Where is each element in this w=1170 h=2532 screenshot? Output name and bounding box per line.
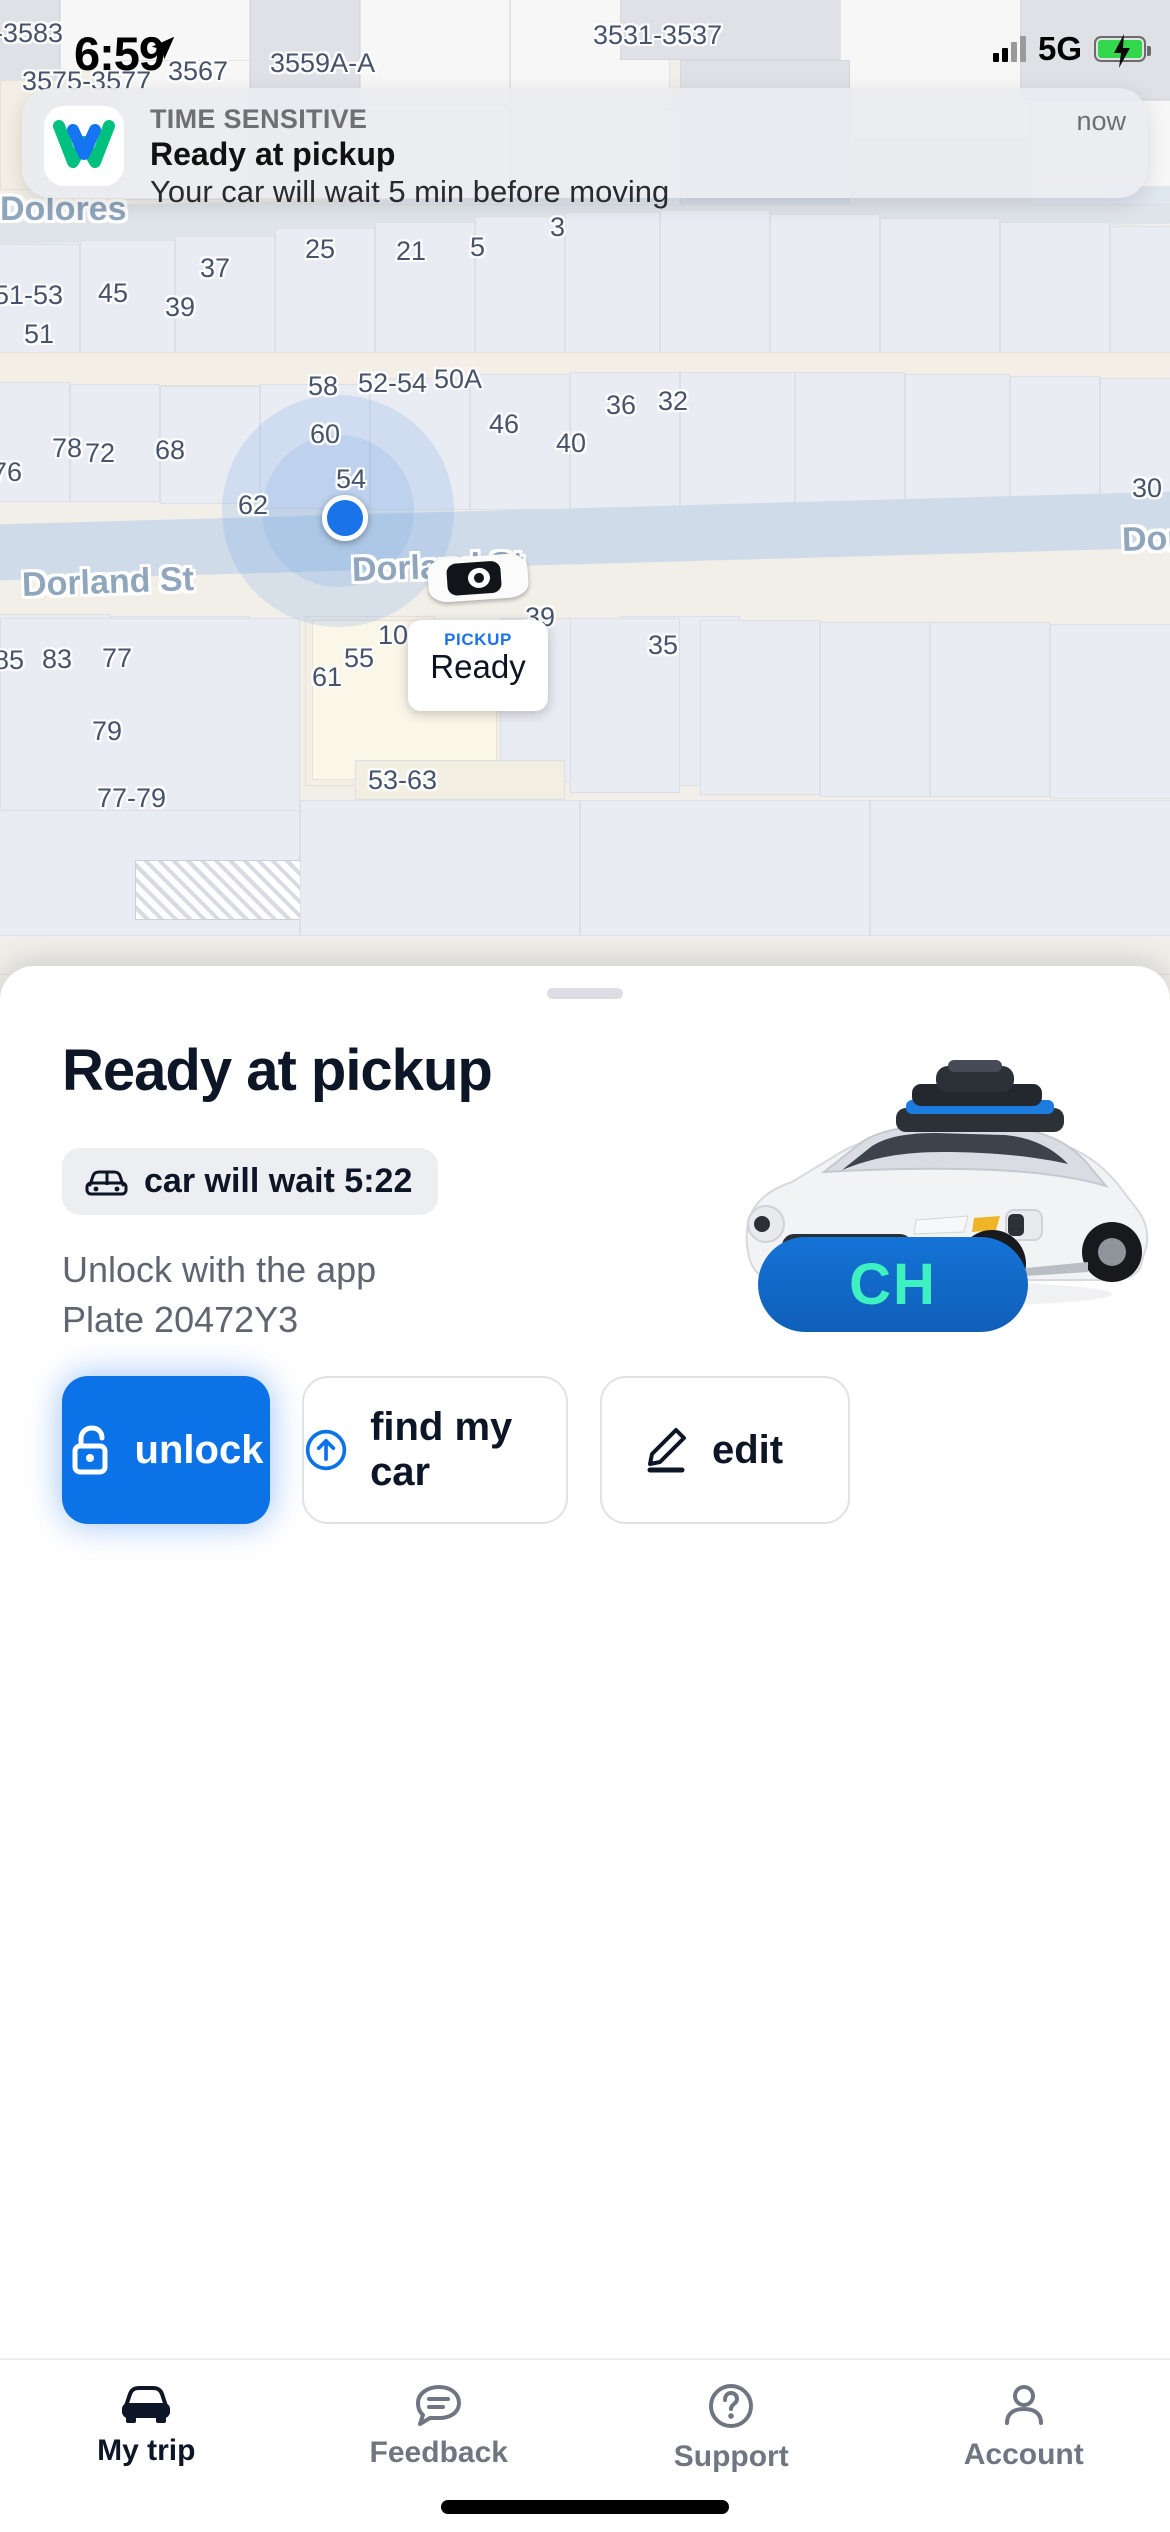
map-address-label: 53-63 xyxy=(368,765,438,795)
tab-my-trip[interactable]: My trip xyxy=(0,2360,293,2532)
map-address-label: 40 xyxy=(556,428,587,458)
map-address-label: 46 xyxy=(489,409,520,439)
map-block xyxy=(930,622,1050,797)
pickup-kicker: PICKUP xyxy=(444,630,512,649)
map-address-label: 52-54 xyxy=(358,368,428,398)
map-block xyxy=(470,374,570,510)
map-address-label: 21 xyxy=(396,236,427,266)
vehicle-photo: CH xyxy=(720,1056,1160,1332)
vehicle-initials-badge: CH xyxy=(758,1237,1028,1332)
car-top-view-icon[interactable] xyxy=(426,552,530,604)
map-address-label: 85 xyxy=(0,645,25,675)
map-address-label: 55 xyxy=(344,643,375,673)
map-address-label: 72 xyxy=(85,438,116,468)
map-address-label: 25 xyxy=(305,234,336,264)
notification-kicker: TIME SENSITIVE xyxy=(150,104,368,134)
person-icon xyxy=(1004,2385,1043,2425)
map-block xyxy=(870,800,1170,950)
unlock-button[interactable]: unlock xyxy=(62,1376,270,1524)
vehicle-initials-text: CH xyxy=(849,1252,937,1317)
map-address-label: 45 xyxy=(98,278,129,308)
edit-button[interactable]: edit xyxy=(600,1376,850,1524)
notification-banner[interactable]: TIME SENSITIVE Ready at pickup Your car … xyxy=(22,88,1148,209)
car-wait-icon xyxy=(85,1170,128,1195)
street-label: Dor xyxy=(1121,518,1170,560)
map-address-label: 39 xyxy=(165,292,196,322)
map-address-label: 3 xyxy=(550,212,566,242)
find-my-car-button[interactable]: find my car xyxy=(302,1376,568,1524)
notification-timestamp: now xyxy=(1076,106,1126,136)
map-address-label: 51 xyxy=(24,319,55,349)
tab-account-label: Account xyxy=(963,2438,1084,2471)
map-address-label: 77 xyxy=(102,643,133,673)
map-address-label: 3567 xyxy=(168,56,229,86)
map-address-label: 60 xyxy=(310,419,341,449)
map-address-label: 36 xyxy=(606,390,637,420)
tab-support-label: Support xyxy=(673,2440,789,2473)
unlock-icon xyxy=(72,1425,108,1475)
map-address-label: 35 xyxy=(648,630,679,660)
map-address-label: 62 xyxy=(238,490,269,520)
sheet-drag-handle[interactable] xyxy=(547,988,623,999)
edit-button-label: edit xyxy=(712,1427,784,1472)
notification-body: Your car will wait 5 min before moving xyxy=(150,174,670,209)
map-block xyxy=(1020,0,1170,100)
street-label: Dorland St xyxy=(21,560,195,604)
map-address-label: 58 xyxy=(308,371,339,401)
tab-account[interactable]: Account xyxy=(878,2360,1170,2532)
map-block xyxy=(1050,624,1170,799)
pencil-icon xyxy=(647,1428,686,1473)
map-address-label: 68 xyxy=(155,435,186,465)
map-address-label: 37 xyxy=(200,253,231,283)
wait-timer-pill: car will wait 5:22 xyxy=(62,1148,439,1215)
map-address-label: 3559A-A xyxy=(270,48,376,78)
map-address-label: -3583 xyxy=(0,18,64,48)
map-address-label: 76 xyxy=(0,457,23,487)
map-block xyxy=(680,372,795,514)
map-block xyxy=(795,372,905,516)
map-address-label: 51-53 xyxy=(0,280,64,310)
map-address-label: 50A xyxy=(434,364,483,394)
pickup-callout[interactable]: PICKUP Ready xyxy=(408,620,548,711)
notification-title: Ready at pickup xyxy=(150,136,396,172)
map-address-label: 10 xyxy=(378,620,409,650)
map-address-label: 61 xyxy=(312,662,343,692)
tab-my-trip-label: My trip xyxy=(97,2434,196,2467)
find-my-car-label: find my car xyxy=(370,1405,513,1494)
map-block xyxy=(580,800,870,950)
waymo-logo-icon xyxy=(44,106,124,186)
question-icon xyxy=(709,2384,754,2428)
action-button-row: unlock find my car edit xyxy=(0,1370,1170,1530)
map-address-label: 78 xyxy=(52,433,83,463)
map-address-label: 54 xyxy=(336,464,367,494)
map-address-label: 83 xyxy=(42,644,73,674)
map-address-label: 77-79 xyxy=(97,783,167,813)
map-address-label: 30 xyxy=(1132,473,1163,503)
user-location-dot xyxy=(322,495,368,541)
home-indicator xyxy=(441,2500,729,2514)
map-address-label: 5 xyxy=(470,232,486,262)
notification-text: TIME SENSITIVE Ready at pickup Your car … xyxy=(150,102,1076,210)
chat-icon xyxy=(415,2385,461,2426)
tab-feedback-label: Feedback xyxy=(369,2436,508,2469)
wait-timer-label: car will wait 5:22 xyxy=(144,1162,413,1200)
unlock-button-label: unlock xyxy=(134,1427,264,1472)
map-hatched-area xyxy=(135,860,305,920)
map-address-label: 3531-3537 xyxy=(593,20,723,50)
map-address-label: 32 xyxy=(658,386,689,416)
car-icon xyxy=(122,2386,171,2423)
map-block xyxy=(820,622,930,797)
trip-bottom-sheet[interactable]: Ready at pickup car will wait 5:22 Unloc… xyxy=(0,966,1170,2532)
map-address-label: 79 xyxy=(92,716,123,746)
map-block xyxy=(700,620,820,795)
map-block xyxy=(300,800,580,950)
arrow-up-circle-icon xyxy=(305,1429,347,1471)
pickup-status: Ready xyxy=(430,648,526,685)
